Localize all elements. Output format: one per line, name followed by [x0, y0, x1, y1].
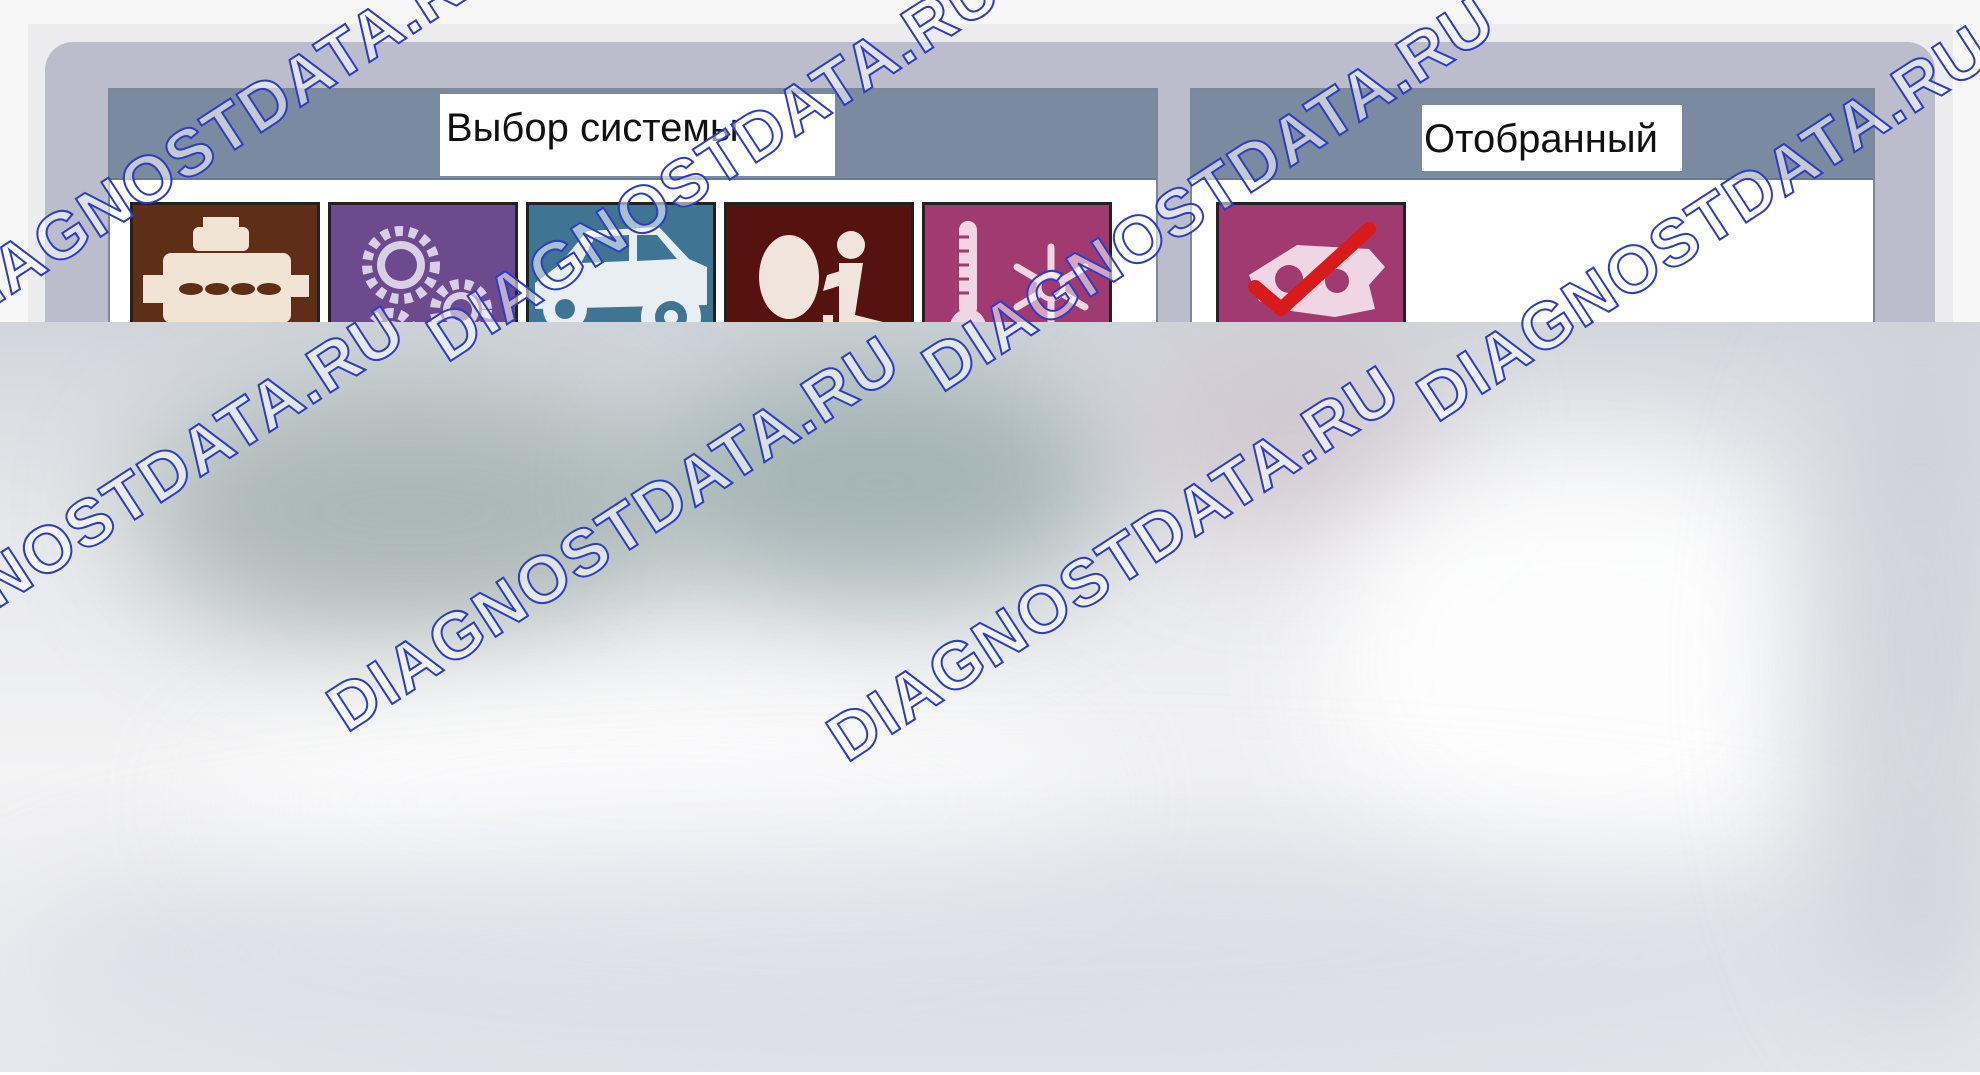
blurred-background	[0, 322, 1980, 1075]
selected-systems-title: Отобранный	[1422, 105, 1682, 171]
